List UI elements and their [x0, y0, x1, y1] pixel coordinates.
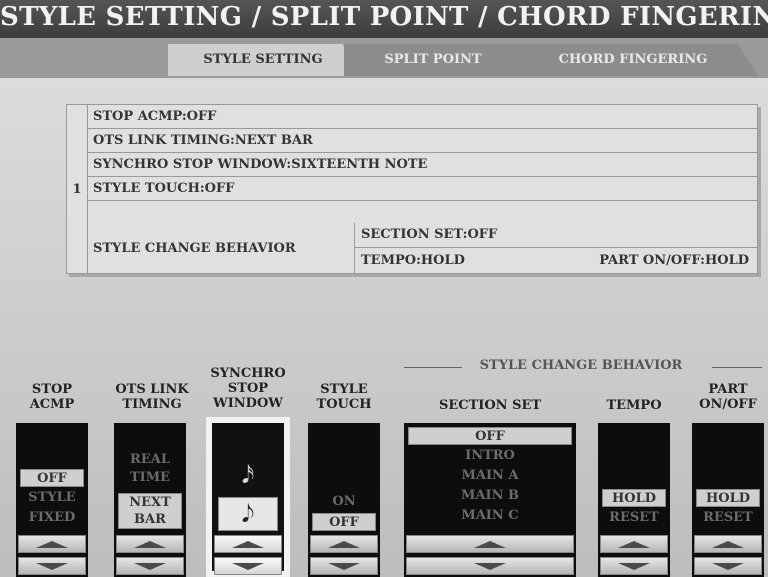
down-arrow-icon [134, 563, 166, 570]
ots-option-real[interactable]: REAL [118, 451, 182, 469]
page-title: STYLE SETTING / SPLIT POINT / CHORD FING… [0, 2, 768, 32]
up-arrow-icon [232, 541, 264, 548]
synchro-down-button[interactable] [214, 557, 282, 575]
up-arrow-icon [134, 541, 166, 548]
section-set-label: SECTION SET [438, 398, 542, 413]
ots-link-label-line2: TIMING [122, 397, 182, 412]
stop-acmp-label: STOP ACMP [14, 382, 90, 412]
tab-split-point[interactable]: SPLIT POINT [344, 44, 522, 76]
style-touch-option-on[interactable]: ON [312, 493, 376, 511]
style-touch-selector[interactable]: ON OFF [308, 423, 380, 577]
eighth-note-icon[interactable]: 𝅘𝅥𝅮 [218, 497, 278, 531]
tempo-down-button[interactable] [600, 557, 668, 575]
synchro-stop-window-label: SYNCHRO STOP WINDOW [200, 366, 296, 411]
ots-option-time[interactable]: TIME [118, 469, 182, 487]
summary-style-change-behavior-label: STYLE CHANGE BEHAVIOR [87, 223, 355, 273]
style-touch-down-button[interactable] [310, 557, 378, 575]
tempo-selector[interactable]: HOLD RESET [598, 423, 670, 577]
section-set-up-button[interactable] [406, 535, 574, 553]
summary-part-on-off: PART ON/OFF:HOLD [599, 253, 749, 268]
synchro-label-line3: WINDOW [213, 396, 283, 411]
part-on-off-selector[interactable]: HOLD RESET [692, 423, 764, 577]
part-option-reset[interactable]: RESET [696, 509, 760, 527]
stop-acmp-label-line1: STOP [31, 382, 73, 397]
synchro-label-line1: SYNCHRO [210, 366, 286, 381]
synchro-label-line2: STOP [227, 381, 269, 396]
title-bar: STYLE SETTING / SPLIT POINT / CHORD FING… [0, 0, 768, 42]
part-down-button[interactable] [694, 557, 762, 575]
tempo-option-hold[interactable]: HOLD [602, 489, 666, 507]
stop-acmp-label-line2: ACMP [29, 397, 75, 412]
down-arrow-icon [232, 563, 264, 570]
summary-ots-link-timing: OTS LINK TIMING:NEXT BAR [87, 129, 757, 153]
down-arrow-icon [712, 563, 744, 570]
summary-synchro-stop-window: SYNCHRO STOP WINDOW:SIXTEENTH NOTE [87, 153, 757, 177]
down-arrow-icon [328, 563, 360, 570]
up-arrow-icon [474, 541, 506, 548]
sixteenth-note-icon[interactable]: 𝅘𝅥𝅯 [218, 459, 278, 491]
part-up-button[interactable] [694, 535, 762, 553]
section-set-down-button[interactable] [406, 557, 574, 575]
synchro-up-button[interactable] [214, 535, 282, 553]
ots-up-button[interactable] [116, 535, 184, 553]
settings-summary-table: 1 STOP ACMP:OFF OTS LINK TIMING:NEXT BAR… [66, 104, 758, 274]
tab-bar: STYLE SETTING SPLIT POINT CHORD FINGERIN… [0, 38, 768, 78]
group-divider-right [712, 367, 762, 368]
tempo-option-reset[interactable]: RESET [602, 509, 666, 527]
style-change-behavior-header: STYLE CHANGE BEHAVIOR [479, 358, 683, 373]
summary-stop-acmp: STOP ACMP:OFF [87, 105, 757, 129]
ots-down-button[interactable] [116, 557, 184, 575]
stop-acmp-selector[interactable]: OFF STYLE FIXED [16, 423, 88, 577]
ots-link-timing-selector[interactable]: REAL TIME NEXT BAR [114, 423, 186, 577]
ots-option-next-bar[interactable]: NEXT BAR [118, 493, 182, 529]
ots-link-label-line1: OTS LINK [115, 382, 189, 397]
up-arrow-icon [618, 541, 650, 548]
summary-section-set: SECTION SET:OFF [355, 223, 757, 248]
down-arrow-icon [474, 563, 506, 570]
part-option-hold[interactable]: HOLD [696, 489, 760, 507]
summary-spacer [87, 201, 757, 225]
ots-option-next: NEXT [129, 495, 171, 510]
part-on-off-label: PART ON/OFF [690, 382, 766, 412]
down-arrow-icon [618, 563, 650, 570]
section-set-option-main-c[interactable]: MAIN C [408, 507, 572, 525]
style-touch-label-line2: TOUCH [316, 397, 372, 412]
up-arrow-icon [712, 541, 744, 548]
tempo-label: TEMPO [606, 398, 662, 413]
stop-acmp-down-button[interactable] [18, 557, 86, 575]
down-arrow-icon [36, 563, 68, 570]
part-label-line2: ON/OFF [699, 397, 757, 412]
style-touch-option-off[interactable]: OFF [312, 513, 376, 531]
stop-acmp-option-style[interactable]: STYLE [20, 489, 84, 507]
style-touch-label-line1: STYLE [320, 382, 368, 397]
stop-acmp-up-button[interactable] [18, 535, 86, 553]
tempo-up-button[interactable] [600, 535, 668, 553]
stop-acmp-option-fixed[interactable]: FIXED [20, 509, 84, 527]
section-set-option-off[interactable]: OFF [408, 427, 572, 445]
ots-link-timing-label: OTS LINK TIMING [104, 382, 200, 412]
up-arrow-icon [328, 541, 360, 548]
tab-style-setting[interactable]: STYLE SETTING [168, 44, 358, 76]
part-label-line1: PART [708, 382, 748, 397]
ots-option-bar: BAR [134, 512, 166, 527]
stop-acmp-option-off[interactable]: OFF [20, 469, 84, 487]
style-touch-up-button[interactable] [310, 535, 378, 553]
synchro-stop-window-selector[interactable]: 𝅘𝅥𝅯 𝅘𝅥𝅮 [206, 417, 290, 577]
tab-chord-fingering[interactable]: CHORD FINGERING [508, 44, 758, 76]
section-set-option-main-b[interactable]: MAIN B [408, 487, 572, 505]
section-set-option-intro[interactable]: INTRO [408, 447, 572, 465]
section-set-option-main-a[interactable]: MAIN A [408, 467, 572, 485]
row-index: 1 [67, 105, 88, 273]
section-set-selector[interactable]: OFF INTRO MAIN A MAIN B MAIN C [404, 423, 576, 577]
summary-tempo: TEMPO:HOLD [361, 253, 465, 268]
up-arrow-icon [36, 541, 68, 548]
style-touch-label: STYLE TOUCH [306, 382, 382, 412]
summary-style-touch: STYLE TOUCH:OFF [87, 177, 757, 201]
